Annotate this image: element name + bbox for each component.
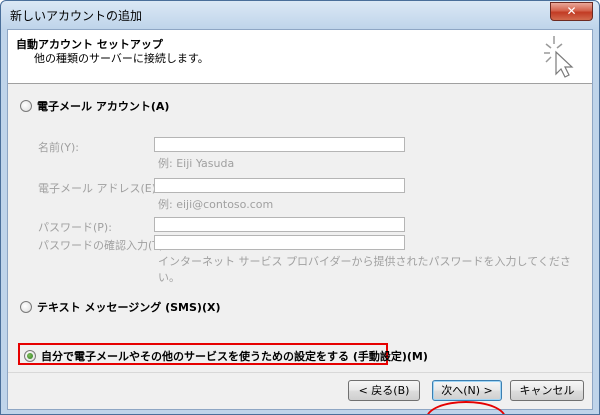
confirm-password-label: パスワードの確認入力(T): xyxy=(38,239,168,252)
confirm-password-input[interactable] xyxy=(154,235,405,250)
cancel-button[interactable]: キャンセル xyxy=(510,380,584,401)
back-button[interactable]: < 戻る(B) xyxy=(348,380,420,401)
radio-sms-label: テキスト メッセージング (SMS)(X) xyxy=(37,301,221,314)
window-title: 新しいアカウントの追加 xyxy=(10,9,143,23)
next-button[interactable]: 次へ(N) > xyxy=(432,380,502,401)
close-icon: ✕ xyxy=(566,4,577,18)
radio-manual-setup[interactable]: 自分で電子メールやその他のサービスを使うための設定をする (手動設定)(M) xyxy=(24,348,428,364)
password-label: パスワード(P): xyxy=(38,221,112,234)
password-hint: インターネット サービス プロバイダーから提供されたパスワードを入力してください… xyxy=(158,255,571,284)
name-input[interactable] xyxy=(154,137,405,152)
radio-manual-label: 自分で電子メールやその他のサービスを使うための設定をする (手動設定)(M) xyxy=(41,350,428,363)
close-button[interactable]: ✕ xyxy=(550,2,593,21)
name-label: 名前(Y): xyxy=(38,141,80,154)
radio-email-label: 電子メール アカウント(A) xyxy=(37,100,170,113)
title-bar[interactable]: 新しいアカウントの追加 ✕ xyxy=(1,1,599,29)
email-input[interactable] xyxy=(154,178,405,193)
email-hint: 例: eiji@contoso.com xyxy=(158,198,274,211)
dialog-client: 自動アカウント セットアップ 他の種類のサーバーに接続します。 電子メール アカ… xyxy=(7,29,593,414)
wizard-header: 自動アカウント セットアップ 他の種類のサーバーに接続します。 xyxy=(8,30,592,84)
radio-email-account[interactable]: 電子メール アカウント(A) xyxy=(20,98,169,114)
dialog-window: 新しいアカウントの追加 ✕ 自動アカウント セットアップ 他の種類のサーバーに接… xyxy=(0,0,600,415)
header-subtitle: 他の種類のサーバーに接続します。 xyxy=(34,52,209,65)
cursor-sparkle-icon xyxy=(544,36,574,78)
email-label: 電子メール アドレス(E): xyxy=(38,182,160,195)
password-input[interactable] xyxy=(154,217,405,232)
name-hint: 例: Eiji Yasuda xyxy=(158,157,235,170)
radio-circle[interactable] xyxy=(20,301,32,313)
dialog-footer: < 戻る(B) 次へ(N) > キャンセル xyxy=(8,372,592,414)
next-button-highlight xyxy=(426,401,506,414)
radio-circle-selected[interactable] xyxy=(24,350,36,362)
radio-circle[interactable] xyxy=(20,100,32,112)
radio-sms[interactable]: テキスト メッセージング (SMS)(X) xyxy=(20,299,221,315)
